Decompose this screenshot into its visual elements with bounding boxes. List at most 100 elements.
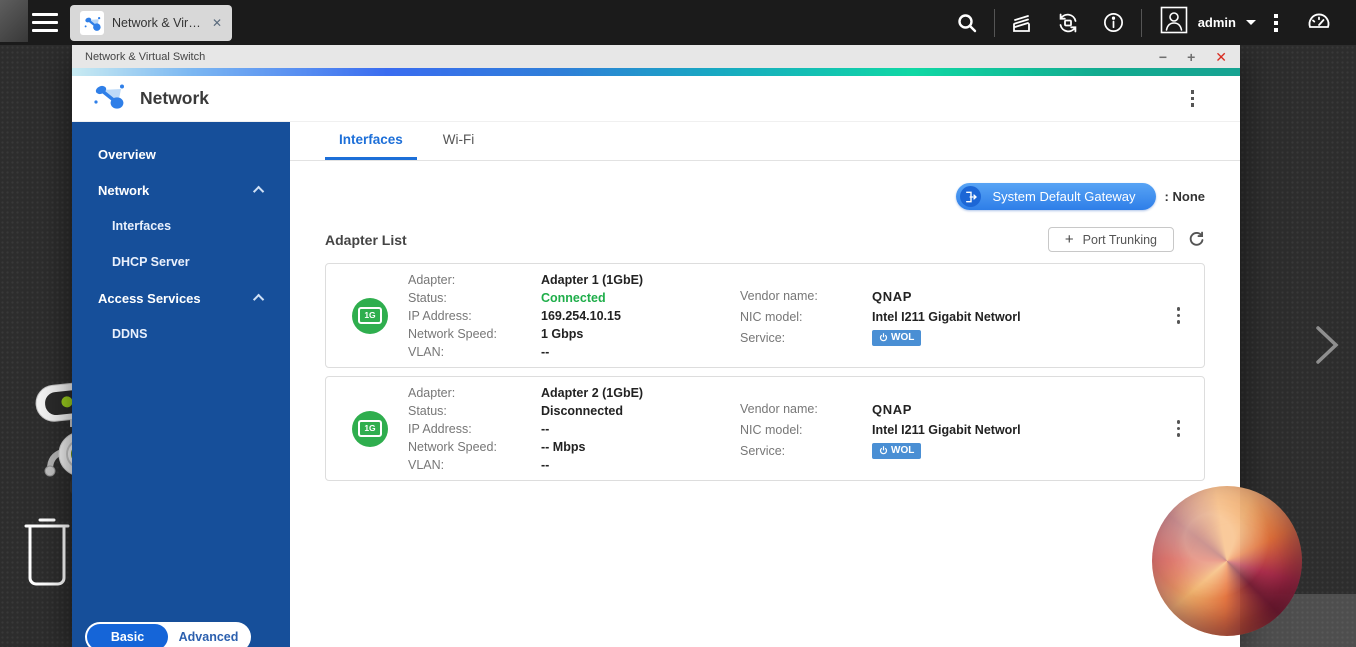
field-value: WOL: [872, 441, 1165, 462]
header-more-icon[interactable]: [1187, 86, 1199, 111]
adapter-card-1[interactable]: 1G Adapter: Adapter 1 (1GbE) Status: Con…: [325, 263, 1205, 368]
network-page-icon: [92, 81, 126, 116]
field-label: Adapter:: [408, 272, 456, 287]
adapter-actions-icon[interactable]: [1173, 303, 1185, 328]
status-badge: Disconnected: [541, 403, 623, 418]
dashboard-gauge-icon[interactable]: [1296, 10, 1342, 36]
field-value: Intel I211 Gigabit Networl: [872, 423, 1021, 437]
field-label: VLAN:: [408, 344, 445, 359]
field-value: 169.254.10.15: [541, 308, 621, 323]
network-virtual-switch-window: Network & Virtual Switch − + ✕ Network O…: [72, 45, 1240, 647]
field-label: IP Address:: [408, 421, 472, 436]
adapter-fields: Adapter: Adapter 1 (1GbE) Status: Connec…: [408, 271, 740, 361]
window-titlebar[interactable]: Network & Virtual Switch − + ✕: [72, 45, 1240, 68]
recycle-bin-icon[interactable]: [20, 512, 74, 593]
desktop-topbar: Network & Virtu... ✕ admin: [0, 0, 1356, 45]
info-icon[interactable]: [1091, 11, 1137, 34]
topbar-divider: [993, 8, 995, 37]
wol-label: WOL: [891, 332, 915, 343]
adapter-list-header: Adapter List + Port Trunking: [325, 227, 1205, 252]
field-value: --: [541, 421, 550, 436]
field-value: Intel I211 Gigabit Networl: [872, 310, 1021, 324]
adapter-actions-icon[interactable]: [1173, 416, 1185, 441]
port-trunking-label: Port Trunking: [1082, 232, 1157, 247]
sidebar-item-label: DDNS: [112, 327, 148, 341]
port-speed-label: 1G: [358, 420, 382, 437]
maximize-icon[interactable]: +: [1187, 50, 1195, 64]
tab-wifi[interactable]: Wi-Fi: [429, 122, 488, 160]
field-label: Vendor name:: [740, 402, 818, 416]
tab-interfaces[interactable]: Interfaces: [325, 122, 417, 160]
close-icon[interactable]: ✕: [1215, 50, 1227, 64]
field-label: Network Speed:: [408, 439, 497, 454]
chevron-up-icon: [252, 185, 265, 198]
user-menu[interactable]: admin: [1146, 6, 1270, 39]
field-label: IP Address:: [408, 308, 472, 323]
gateway-row: System Default Gateway : None: [325, 183, 1205, 210]
app-tab-label: Network & Virtu...: [112, 15, 202, 30]
topbar-divider: [1140, 8, 1142, 37]
app-tab-network-virtual-switch[interactable]: Network & Virtu... ✕: [70, 4, 232, 41]
desktop-corner-panel: [0, 0, 28, 42]
ethernet-port-icon: 1G: [352, 297, 388, 334]
app-header: Network: [72, 76, 1240, 122]
sidebar-item-label: Access Services: [98, 290, 201, 306]
tab-bar: Interfaces Wi-Fi: [290, 122, 1240, 161]
gateway-value: : None: [1164, 189, 1205, 204]
port-trunking-button[interactable]: + Port Trunking: [1047, 227, 1174, 252]
qnap-logo: QNAP: [872, 289, 912, 304]
gateway-icon: [960, 186, 982, 207]
adapter-details: Vendor name: QNAP NIC model: Intel I211 …: [740, 395, 1165, 462]
main-menu-icon[interactable]: [32, 13, 58, 32]
field-value: -- Mbps: [541, 439, 586, 454]
wol-badge: WOL: [872, 329, 922, 346]
tab-close-icon[interactable]: ✕: [212, 16, 222, 30]
topbar-more-icon[interactable]: [1270, 10, 1282, 36]
main-content: Interfaces Wi-Fi System Default Gateway …: [290, 122, 1240, 647]
background-tasks-icon[interactable]: [999, 11, 1045, 35]
field-value: Adapter 1 (1GbE): [541, 272, 644, 287]
search-icon[interactable]: [944, 12, 990, 34]
field-label: VLAN:: [408, 457, 445, 472]
port-speed-label: 1G: [358, 307, 382, 324]
sidebar-item-ddns[interactable]: DDNS: [72, 316, 290, 352]
sidebar-item-dhcp-server[interactable]: DHCP Server: [72, 244, 290, 280]
page-title: Network: [140, 88, 210, 108]
field-value: Adapter 2 (1GbE): [541, 385, 644, 400]
sidebar-item-interfaces[interactable]: Interfaces: [72, 208, 290, 244]
system-default-gateway-button[interactable]: System Default Gateway: [956, 183, 1156, 210]
username-label: admin: [1197, 15, 1236, 30]
adapter-card-2[interactable]: 1G Adapter: Adapter 2 (1GbE) Status: Dis…: [325, 376, 1205, 481]
field-label: Adapter:: [408, 385, 456, 400]
sidebar-item-access-services[interactable]: Access Services: [72, 280, 290, 316]
basic-mode-button[interactable]: Basic: [87, 624, 168, 647]
basic-advanced-toggle: Basic Advanced: [85, 622, 251, 647]
firmware-update-icon[interactable]: [1045, 11, 1091, 35]
chevron-down-icon: [1246, 20, 1256, 25]
advanced-mode-button[interactable]: Advanced: [168, 624, 249, 647]
sidebar-item-network[interactable]: Network: [72, 172, 290, 208]
sidebar-item-label: Interfaces: [112, 219, 172, 233]
ethernet-port-icon: 1G: [352, 410, 388, 447]
kitguru-watermark-logo: [1152, 486, 1302, 636]
refresh-icon[interactable]: [1188, 231, 1205, 248]
user-avatar-icon: [1160, 6, 1188, 39]
chevron-up-icon: [252, 293, 265, 306]
minimize-icon[interactable]: −: [1159, 50, 1167, 64]
status-badge: Connected: [541, 290, 606, 305]
field-label: Network Speed:: [408, 326, 497, 341]
field-value: 1 Gbps: [541, 326, 584, 341]
desktop-next-chevron-icon[interactable]: [1310, 322, 1344, 373]
wol-badge: WOL: [872, 442, 922, 459]
field-value: --: [541, 344, 550, 359]
field-label: Status:: [408, 403, 447, 418]
gradient-accent-bar: [72, 68, 1240, 76]
adapter-cards: 1G Adapter: Adapter 1 (1GbE) Status: Con…: [325, 263, 1205, 489]
gateway-button-label: System Default Gateway: [992, 189, 1136, 204]
field-label: Service:: [740, 331, 786, 345]
adapter-details: Vendor name: QNAP NIC model: Intel I211 …: [740, 282, 1165, 349]
adapter-list-title: Adapter List: [325, 231, 407, 248]
sidebar-item-label: DHCP Server: [112, 255, 190, 269]
plus-icon: +: [1064, 231, 1074, 248]
sidebar-item-overview[interactable]: Overview: [72, 136, 290, 172]
